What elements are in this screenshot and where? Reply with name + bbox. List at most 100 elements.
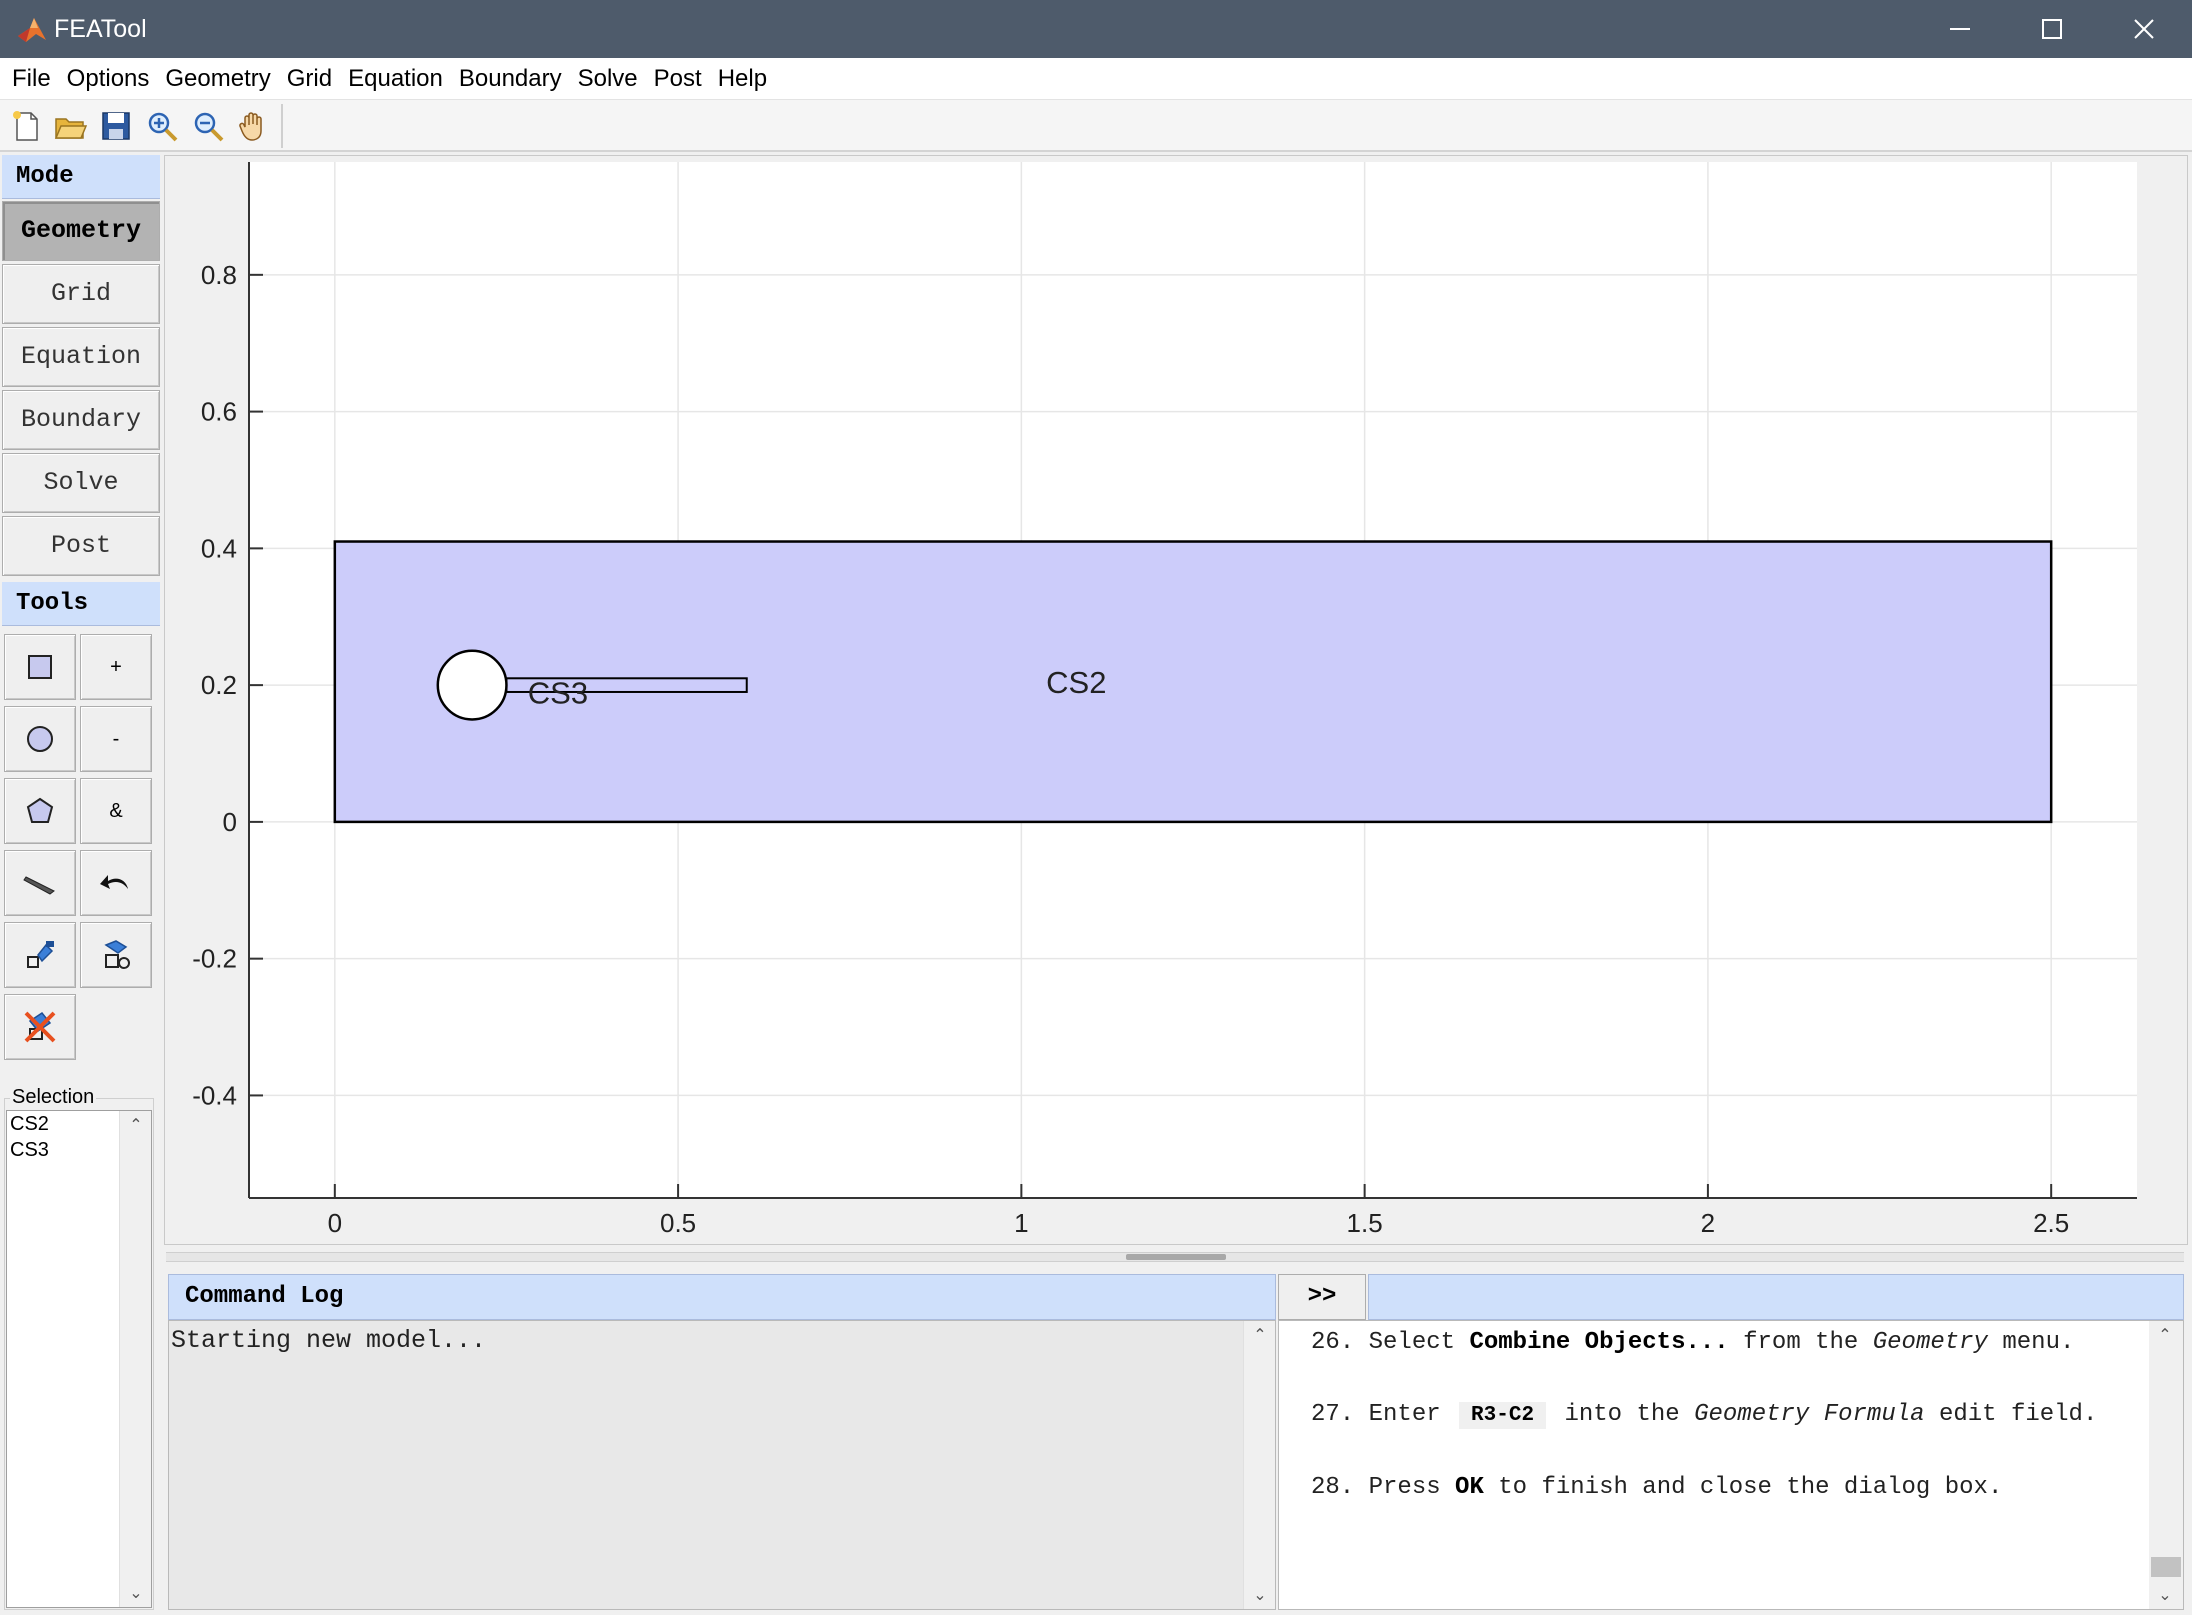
x-tick-label: 1 xyxy=(1014,1208,1028,1238)
new-file-icon xyxy=(13,111,38,141)
menu-file[interactable]: File xyxy=(4,59,59,99)
mode-equation-button[interactable]: Equation xyxy=(2,327,160,387)
menu-help[interactable]: Help xyxy=(710,59,775,99)
help-content: 26. Select Combine Objects... from the G… xyxy=(1311,1325,2131,1542)
scroll-down-icon[interactable]: ⌄ xyxy=(120,1579,152,1607)
menu-bar: File Options Geometry Grid Equation Boun… xyxy=(0,58,2192,100)
menu-boundary[interactable]: Boundary xyxy=(451,59,570,99)
command-log[interactable]: Starting new model... ⌃ ⌄ xyxy=(168,1320,1276,1610)
menu-geometry[interactable]: Geometry xyxy=(157,59,278,99)
polygon-tool-button[interactable] xyxy=(4,778,76,844)
zoom-in-button[interactable] xyxy=(142,106,182,146)
menu-grid[interactable]: Grid xyxy=(279,59,340,99)
help-step-28: 28. Press OK to finish and close the dia… xyxy=(1311,1470,2131,1506)
circle-tool-button[interactable] xyxy=(4,706,76,772)
close-icon xyxy=(2134,19,2154,39)
step-text: into the xyxy=(1564,1401,1680,1428)
panel-splitter[interactable] xyxy=(166,1252,2184,1262)
toolbar-separator xyxy=(281,104,283,148)
selection-scrollbar[interactable]: ⌃ ⌄ xyxy=(119,1111,151,1607)
union-tool-button[interactable]: + xyxy=(80,634,152,700)
zoom-out-button[interactable] xyxy=(188,106,228,146)
scroll-down-icon[interactable]: ⌄ xyxy=(2149,1581,2181,1609)
undo-tool-button[interactable] xyxy=(80,850,152,916)
y-tick-label: 0.2 xyxy=(201,670,237,700)
log-scrollbar[interactable]: ⌃ ⌄ xyxy=(1243,1321,1275,1609)
open-folder-icon xyxy=(54,118,87,139)
combine-tool-button[interactable] xyxy=(80,922,152,988)
new-file-button[interactable] xyxy=(6,106,46,146)
step-italic: Geometry Formula xyxy=(1694,1401,1925,1428)
step-text: Enter xyxy=(1368,1401,1441,1428)
menu-options[interactable]: Options xyxy=(59,59,158,99)
zoom-in-icon xyxy=(148,112,178,142)
line-icon xyxy=(23,876,55,895)
mode-solve-button[interactable]: Solve xyxy=(2,453,160,513)
scroll-up-icon[interactable]: ⌃ xyxy=(120,1111,152,1139)
splitter-grip[interactable] xyxy=(1126,1254,1226,1260)
step-text: menu. xyxy=(2002,1329,2075,1356)
rectangle-tool-button[interactable] xyxy=(4,634,76,700)
polygon-icon xyxy=(26,797,54,823)
delete-icon xyxy=(24,1011,56,1043)
circle-icon xyxy=(27,726,53,752)
help-scroll-track[interactable]: ⌃ ⌄ xyxy=(2149,1321,2183,1609)
y-tick-label: 0.8 xyxy=(201,260,237,290)
minimize-button[interactable] xyxy=(1914,0,2006,58)
pan-button[interactable] xyxy=(234,106,274,146)
window-title: FEATool xyxy=(54,15,147,43)
pan-hand-icon xyxy=(239,112,262,141)
scroll-up-icon[interactable]: ⌃ xyxy=(1244,1321,1276,1349)
step-number: 26. xyxy=(1311,1329,1355,1356)
help-panel[interactable]: 26. Select Combine Objects... from the G… xyxy=(1278,1320,2184,1610)
rectangle-icon xyxy=(28,655,52,679)
command-log-header: Command Log xyxy=(168,1274,1276,1320)
scroll-down-icon[interactable]: ⌄ xyxy=(1244,1581,1276,1609)
cs3-circle xyxy=(436,649,508,721)
intersection-icon: & xyxy=(109,799,123,822)
scroll-up-icon[interactable]: ⌃ xyxy=(2149,1321,2181,1349)
difference-icon: - xyxy=(112,727,120,750)
help-step-27: 27. Enter R3-C2 into the Geometry Formul… xyxy=(1311,1397,2131,1434)
close-button[interactable] xyxy=(2098,0,2190,58)
expand-help-button[interactable]: >> xyxy=(1278,1274,1366,1320)
menu-post[interactable]: Post xyxy=(646,59,710,99)
line-tool-button[interactable] xyxy=(4,850,76,916)
y-tick-label: 0 xyxy=(223,807,237,837)
y-tick-label: 0.6 xyxy=(201,397,237,427)
scroll-thumb[interactable] xyxy=(2151,1557,2181,1577)
step-code: R3-C2 xyxy=(1459,1402,1547,1429)
mode-grid-button[interactable]: Grid xyxy=(2,264,160,324)
save-button[interactable] xyxy=(96,106,136,146)
step-emphasis: OK xyxy=(1455,1474,1484,1501)
difference-tool-button[interactable]: - xyxy=(80,706,152,772)
mode-boundary-button[interactable]: Boundary xyxy=(2,390,160,450)
selection-list[interactable]: CS2 CS3 ⌃ ⌄ xyxy=(6,1110,152,1608)
maximize-button[interactable] xyxy=(2006,0,2098,58)
help-scrollbar[interactable]: ⌃ ⌄ xyxy=(2149,1321,2183,1609)
menu-solve[interactable]: Solve xyxy=(570,59,646,99)
step-text: Select xyxy=(1368,1329,1456,1356)
mode-post-button[interactable]: Post xyxy=(2,516,160,576)
x-tick-label: 0.5 xyxy=(660,1208,696,1238)
undo-icon xyxy=(100,875,128,889)
geometry-plot[interactable]: CS2 CS3 0 0.5 1 1.5 2 2.5 0.8 0.6 0.4 0.2 0 -0.2 -0.4 xyxy=(165,156,2189,1246)
mode-header: Mode xyxy=(2,155,160,199)
title-bar: FEATool xyxy=(0,0,2192,58)
save-icon xyxy=(102,112,130,140)
union-icon: + xyxy=(110,655,122,678)
open-button[interactable] xyxy=(50,106,90,146)
menu-equation[interactable]: Equation xyxy=(340,59,451,99)
plot-panel: CS2 CS3 0 0.5 1 1.5 2 2.5 0.8 0.6 0.4 0.2 0 -0.2 -0.4 xyxy=(164,155,2188,1245)
transform-tool-button[interactable] xyxy=(4,922,76,988)
mode-geometry-button[interactable]: Geometry xyxy=(2,201,160,261)
step-text: edit field. xyxy=(1938,1401,2098,1428)
combine-icon xyxy=(104,940,130,969)
selection-label: Selection xyxy=(10,1086,97,1109)
delete-tool-button[interactable] xyxy=(4,994,76,1060)
intersection-tool-button[interactable]: & xyxy=(80,778,152,844)
step-text: to finish and close the dialog box. xyxy=(1498,1474,2003,1501)
step-emphasis: Combine Objects... xyxy=(1469,1329,1729,1356)
step-number: 27. xyxy=(1311,1401,1355,1428)
step-text: Press xyxy=(1368,1474,1441,1501)
